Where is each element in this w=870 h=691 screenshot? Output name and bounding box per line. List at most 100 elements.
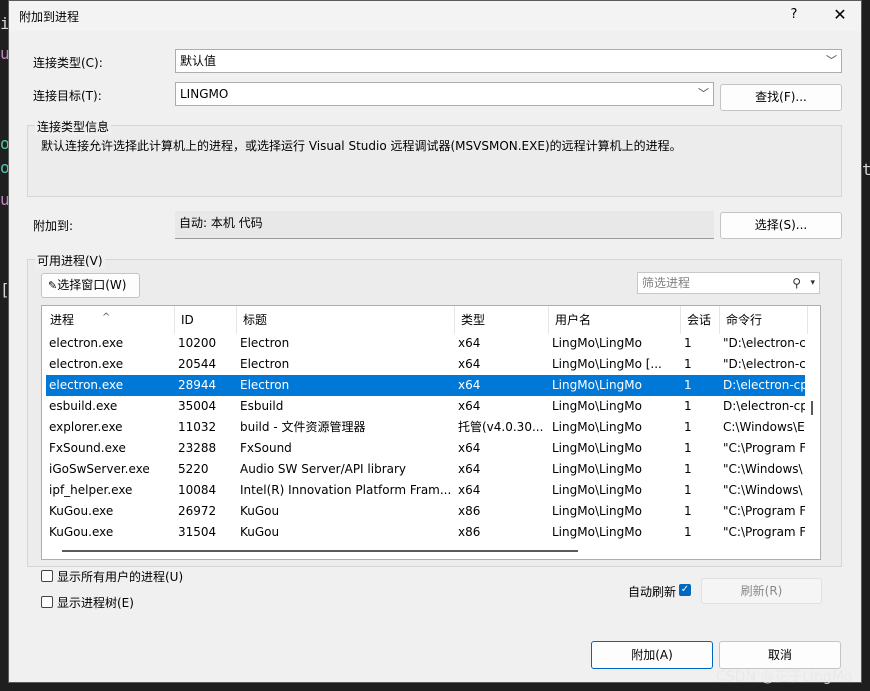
connection-info-text: 默认连接允许选择此计算机上的进程，或选择运行 Visual Studio 远程调… (41, 139, 682, 153)
title-bar: 附加到进程 ? ✕ (9, 1, 861, 31)
sort-ascending-icon: ^ (102, 312, 111, 323)
cell-id: 10084 (178, 483, 217, 497)
horizontal-scrollbar[interactable] (42, 546, 808, 558)
column-header-label: 进程 (50, 313, 75, 327)
cell-session: 1 (684, 357, 692, 371)
table-row[interactable]: iGoSwServer.exe 5220 Audio SW Server/API l… (46, 459, 805, 480)
column-header-session[interactable]: 会话 (681, 306, 720, 334)
search-icon: ⚲ (792, 276, 801, 290)
cell-user: LingMo\LingMo (552, 441, 642, 455)
attach-button[interactable]: 附加(A) (591, 641, 713, 669)
cell-title: Audio SW Server/API library (240, 462, 407, 476)
cell-title: FxSound (240, 441, 292, 455)
cell-process: KuGou.exe (49, 525, 114, 539)
connection-target-label: 连接目标(T): (33, 89, 102, 103)
show-process-tree-label: 显示进程树(E) (57, 596, 134, 610)
cell-type: x64 (458, 399, 481, 413)
attach-to-value: 自动: 本机 代码 (175, 211, 714, 239)
cell-type: x64 (458, 378, 481, 392)
find-button[interactable]: 查找(F)... (720, 84, 842, 111)
connection-target-value: LINGMO (180, 87, 229, 101)
connection-target-dropdown[interactable]: LINGMO ﹀ (175, 82, 714, 106)
cell-title: Esbuild (240, 399, 284, 413)
cell-session: 1 (684, 525, 692, 539)
cell-id: 31504 (178, 525, 217, 539)
cell-process: electron.exe (49, 336, 124, 350)
cell-title: KuGou (240, 504, 280, 518)
connection-type-value: 默认值 (180, 54, 217, 68)
connection-type-dropdown[interactable]: 默认值 ﹀ (175, 49, 842, 73)
column-header-title[interactable]: 标题 (237, 306, 455, 334)
cell-type: x86 (458, 504, 481, 518)
cell-id: 23288 (178, 441, 217, 455)
process-list-header: 进程 ^ ID 标题 类型 用户名 会话 命令行 (42, 306, 820, 334)
show-process-tree-checkbox[interactable] (41, 596, 53, 608)
cell-cmd: D:\electron-cp (723, 399, 805, 413)
cell-process: electron.exe (49, 357, 124, 371)
select-code-type-button[interactable]: 选择(S)... (720, 212, 842, 239)
cell-cmd: "C:\Program F (723, 525, 805, 539)
cell-id: 5220 (178, 462, 209, 476)
auto-refresh-checkbox[interactable]: ✓ (679, 584, 691, 596)
cell-user: LingMo\LingMo (552, 462, 642, 476)
column-header-type[interactable]: 类型 (455, 306, 549, 334)
select-window-button[interactable]: ✎选择窗口(W) (41, 273, 140, 298)
cell-session: 1 (684, 336, 692, 350)
table-row[interactable]: KuGou.exe 26972 KuGou x86 LingMo\LingMo 1 "C:\… (46, 501, 805, 522)
column-header-username[interactable]: 用户名 (549, 306, 681, 334)
process-list[interactable]: 进程 ^ ID 标题 类型 用户名 会话 命令行 electron.exe 102… (41, 305, 821, 560)
show-all-users-label: 显示所有用户的进程(U) (57, 570, 184, 584)
vertical-scrollbar[interactable] (808, 333, 820, 559)
cell-type: x64 (458, 483, 481, 497)
connection-info-group (27, 125, 842, 197)
cell-process: ipf_helper.exe (49, 483, 133, 497)
cell-cmd: C:\Windows\E (723, 420, 805, 434)
checkmark-icon: ✓ (680, 584, 690, 595)
column-header-id[interactable]: ID (175, 306, 237, 334)
cell-title: build - 文件资源管理器 (240, 420, 366, 434)
cell-id: 28944 (178, 378, 217, 392)
table-row[interactable]: electron.exe 10200 Electron x64 LingMo\LingM… (46, 333, 805, 354)
filter-processes-input[interactable]: 筛选进程 ⚲ ▾ (637, 272, 820, 294)
cell-session: 1 (684, 483, 692, 497)
table-row[interactable]: FxSound.exe 23288 FxSound x64 LingMo\LingMo 1… (46, 438, 805, 459)
cell-type: x64 (458, 357, 481, 371)
vertical-scroll-thumb[interactable] (811, 401, 813, 415)
cell-type: x64 (458, 336, 481, 350)
table-row[interactable]: KuGou.exe 31504 KuGou x86 LingMo\LingMo 1 "C:\… (46, 522, 805, 543)
connection-type-label: 连接类型(C): (33, 56, 103, 70)
cell-id: 10200 (178, 336, 217, 350)
close-button[interactable]: ✕ (825, 3, 855, 27)
cell-session: 1 (684, 378, 692, 392)
attach-to-process-dialog: 附加到进程 ? ✕ 连接类型(C): 默认值 ﹀ 连接目标(T): LINGMO… (8, 0, 862, 683)
cell-user: LingMo\LingMo (552, 420, 642, 434)
table-row[interactable]: explorer.exe 11032 build - 文件资源管理器 托管(v4.0.… (46, 417, 805, 438)
auto-refresh-label: 自动刷新 (628, 585, 677, 599)
chevron-down-icon: ▾ (810, 278, 815, 288)
cell-title: Intel(R) Innovation Platform Fram... (240, 483, 452, 497)
cell-process: KuGou.exe (49, 504, 114, 518)
table-row[interactable]: electron.exe 20544 Electron x64 LingMo\LingM… (46, 354, 805, 375)
connection-info-group-label: 连接类型信息 (35, 118, 112, 135)
cell-process: iGoSwServer.exe (49, 462, 150, 476)
column-header-command-line[interactable]: 命令行 (720, 306, 808, 334)
table-row[interactable]: ipf_helper.exe 10084 Intel(R) Innovation P… (46, 480, 805, 501)
cancel-button[interactable]: 取消 (719, 641, 841, 669)
cell-cmd: "D:\electron-c (723, 336, 805, 350)
help-button[interactable]: ? (780, 3, 808, 27)
cell-session: 1 (684, 462, 692, 476)
cell-id: 11032 (178, 420, 217, 434)
table-row[interactable]: electron.exe 28944 Electron x64 LingMo\LingM… (46, 375, 805, 396)
table-row[interactable]: esbuild.exe 35004 Esbuild x64 LingMo\LingMo 1… (46, 396, 805, 417)
column-header-process[interactable]: 进程 ^ (42, 306, 175, 334)
horizontal-scroll-thumb[interactable] (62, 550, 578, 552)
cell-cmd: "C:\Program F (723, 504, 805, 518)
show-all-users-checkbox[interactable] (41, 570, 53, 582)
cell-process: explorer.exe (49, 420, 123, 434)
cell-user: LingMo\LingMo (552, 504, 642, 518)
refresh-button[interactable]: 刷新(R) (701, 578, 822, 604)
cell-user: LingMo\LingMo (552, 378, 642, 392)
cell-cmd: "C:\Windows\ (723, 483, 803, 497)
filter-placeholder: 筛选进程 (642, 276, 691, 290)
chevron-down-icon: ﹀ (698, 87, 709, 100)
